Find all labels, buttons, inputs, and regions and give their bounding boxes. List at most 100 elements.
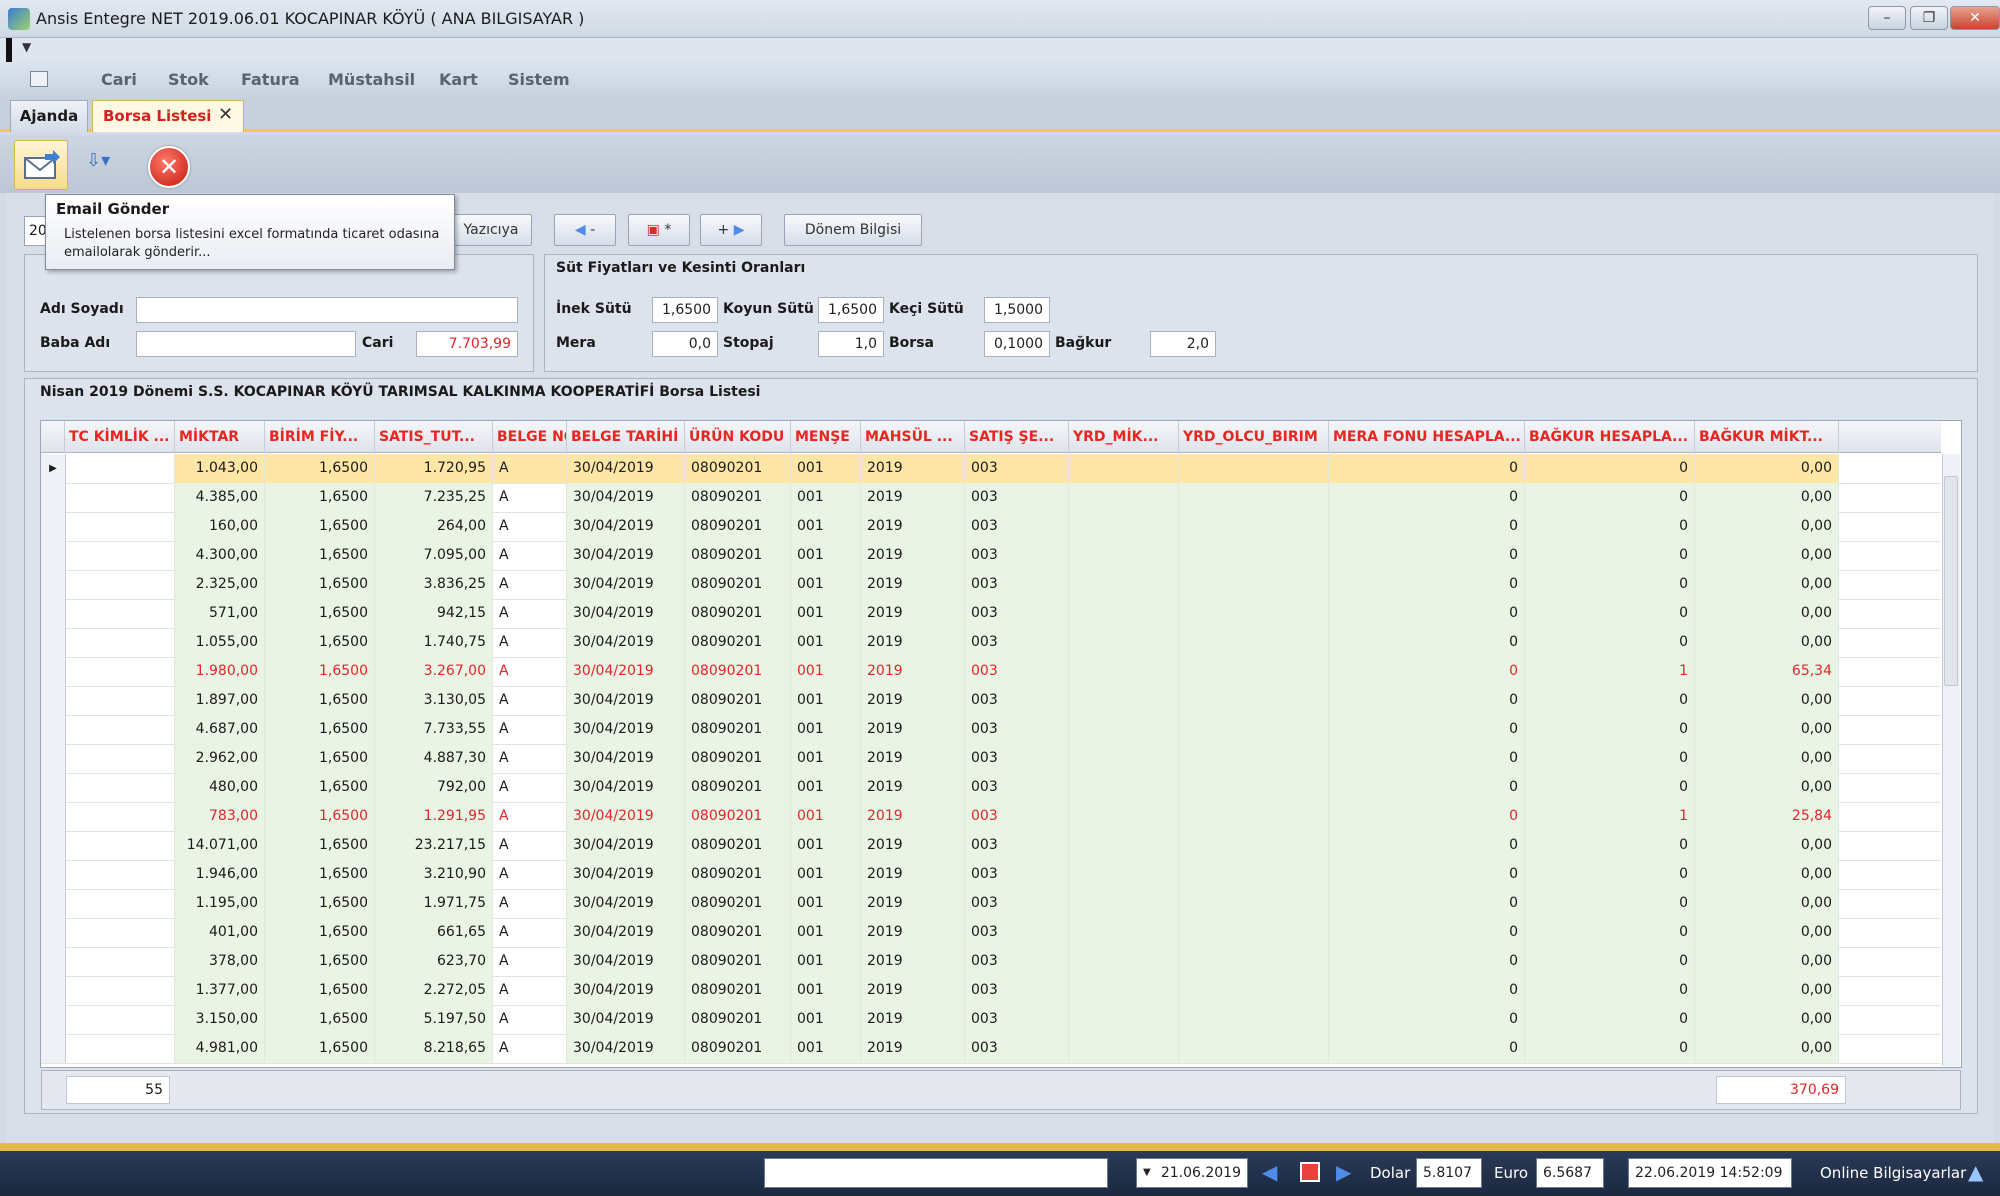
cell-satis-sekli[interactable]: 003: [965, 802, 1069, 831]
cell-satis-tutar[interactable]: 1.291,95: [375, 802, 493, 831]
cell-satis-tutar[interactable]: 7.235,25: [375, 483, 493, 512]
cell-mahsul[interactable]: 2019: [861, 686, 965, 715]
cell-mera-fonu[interactable]: 0: [1329, 628, 1525, 657]
cell-mahsul[interactable]: 2019: [861, 860, 965, 889]
cell-satis-tutar[interactable]: 1.971,75: [375, 889, 493, 918]
cell-mahsul[interactable]: 2019: [861, 570, 965, 599]
cell-tc-kimlik[interactable]: [65, 802, 175, 831]
maximize-button[interactable]: ❐: [1910, 6, 1948, 30]
cell-mahsul[interactable]: 2019: [861, 1005, 965, 1034]
cell-miktar[interactable]: 378,00: [175, 947, 265, 976]
cell-bagkur-miktar[interactable]: 65,34: [1695, 657, 1839, 686]
cell-satis-tutar[interactable]: 1.720,95: [375, 454, 493, 483]
cell-mense[interactable]: 001: [791, 541, 861, 570]
cell-yrd-olcu-birim[interactable]: [1179, 773, 1329, 802]
cell-bagkur-miktar[interactable]: 0,00: [1695, 889, 1839, 918]
minimize-button[interactable]: –: [1868, 6, 1906, 30]
cell-yrd-olcu-birim[interactable]: [1179, 802, 1329, 831]
cell-belge-tarihi[interactable]: 30/04/2019: [567, 1034, 685, 1063]
cell-birim-fiyat[interactable]: 1,6500: [265, 1005, 375, 1034]
table-row[interactable]: 480,00 1,6500 792,00 A 30/04/2019 08090201 001…: [41, 773, 1941, 803]
cell-belge-tarihi[interactable]: 30/04/2019: [567, 483, 685, 512]
cell-yrd-olcu-birim[interactable]: [1179, 889, 1329, 918]
cell-mense[interactable]: 001: [791, 570, 861, 599]
cell-urun-kodu[interactable]: 08090201: [685, 889, 791, 918]
column-header-satis-sekli[interactable]: SATIŞ ŞE...: [965, 421, 1069, 453]
cell-bagkur-hesap[interactable]: 0: [1525, 454, 1695, 483]
cell-satis-tutar[interactable]: 7.095,00: [375, 541, 493, 570]
cell-satis-sekli[interactable]: 003: [965, 686, 1069, 715]
cell-birim-fiyat[interactable]: 1,6500: [265, 628, 375, 657]
cell-satis-tutar[interactable]: 3.210,90: [375, 860, 493, 889]
cell-miktar[interactable]: 2.962,00: [175, 744, 265, 773]
table-row[interactable]: 4.300,00 1,6500 7.095,00 A 30/04/2019 0809020…: [41, 541, 1941, 571]
cell-yrd-miktar[interactable]: [1069, 715, 1179, 744]
cell-birim-fiyat[interactable]: 1,6500: [265, 802, 375, 831]
scrollbar-thumb[interactable]: [1944, 476, 1958, 686]
cell-yrd-olcu-birim[interactable]: [1179, 1005, 1329, 1034]
close-tab-icon[interactable]: ✕: [218, 104, 233, 125]
menu-fatura[interactable]: Fatura: [241, 70, 300, 89]
cell-yrd-miktar[interactable]: [1069, 1005, 1179, 1034]
cell-yrd-olcu-birim[interactable]: [1179, 657, 1329, 686]
cell-belge-no[interactable]: A: [493, 802, 567, 831]
column-header-bagkur-miktar[interactable]: BAĞKUR MİKT...: [1695, 421, 1839, 453]
cell-miktar[interactable]: 1.043,00: [175, 454, 265, 483]
cell-miktar[interactable]: 480,00: [175, 773, 265, 802]
cell-bagkur-miktar[interactable]: 0,00: [1695, 831, 1839, 860]
cell-mense[interactable]: 001: [791, 947, 861, 976]
cell-tc-kimlik[interactable]: [65, 570, 175, 599]
row-indicator[interactable]: [41, 657, 66, 686]
cell-bagkur-miktar[interactable]: 0,00: [1695, 947, 1839, 976]
cell-satis-sekli[interactable]: 003: [965, 715, 1069, 744]
cell-miktar[interactable]: 4.687,00: [175, 715, 265, 744]
cell-urun-kodu[interactable]: 08090201: [685, 802, 791, 831]
cell-yrd-olcu-birim[interactable]: [1179, 483, 1329, 512]
cell-belge-tarihi[interactable]: 30/04/2019: [567, 889, 685, 918]
cell-bagkur-hesap[interactable]: 0: [1525, 686, 1695, 715]
cell-mahsul[interactable]: 2019: [861, 541, 965, 570]
table-row[interactable]: 1.897,00 1,6500 3.130,05 A 30/04/2019 0809020…: [41, 686, 1941, 716]
cell-urun-kodu[interactable]: 08090201: [685, 831, 791, 860]
cell-tc-kimlik[interactable]: [65, 599, 175, 628]
cell-mera-fonu[interactable]: 0: [1329, 831, 1525, 860]
cell-satis-tutar[interactable]: 1.740,75: [375, 628, 493, 657]
cell-bagkur-hesap[interactable]: 0: [1525, 715, 1695, 744]
cell-yrd-miktar[interactable]: [1069, 831, 1179, 860]
menu-stok[interactable]: Stok: [168, 70, 209, 89]
cell-belge-no[interactable]: A: [493, 657, 567, 686]
cell-birim-fiyat[interactable]: 1,6500: [265, 976, 375, 1005]
cell-belge-no[interactable]: A: [493, 454, 567, 483]
cell-mense[interactable]: 001: [791, 483, 861, 512]
cell-belge-tarihi[interactable]: 30/04/2019: [567, 1005, 685, 1034]
cell-birim-fiyat[interactable]: 1,6500: [265, 773, 375, 802]
cell-satis-tutar[interactable]: 792,00: [375, 773, 493, 802]
cell-tc-kimlik[interactable]: [65, 831, 175, 860]
prev-button[interactable]: ◀ -: [554, 214, 616, 246]
cell-belge-tarihi[interactable]: 30/04/2019: [567, 657, 685, 686]
cell-yrd-olcu-birim[interactable]: [1179, 860, 1329, 889]
cell-miktar[interactable]: 160,00: [175, 512, 265, 541]
cell-mera-fonu[interactable]: 0: [1329, 686, 1525, 715]
cell-miktar[interactable]: 783,00: [175, 802, 265, 831]
cell-mera-fonu[interactable]: 0: [1329, 918, 1525, 947]
row-indicator[interactable]: [41, 686, 66, 715]
cell-miktar[interactable]: 1.377,00: [175, 976, 265, 1005]
cell-birim-fiyat[interactable]: 1,6500: [265, 570, 375, 599]
cell-birim-fiyat[interactable]: 1,6500: [265, 889, 375, 918]
cell-birim-fiyat[interactable]: 1,6500: [265, 947, 375, 976]
cell-tc-kimlik[interactable]: [65, 1005, 175, 1034]
menu-sistem[interactable]: Sistem: [508, 70, 570, 89]
quick-access-dropdown-icon[interactable]: ▼: [22, 40, 31, 54]
koyun-field[interactable]: 1,6500: [818, 297, 884, 323]
cell-mera-fonu[interactable]: 0: [1329, 976, 1525, 1005]
cell-mahsul[interactable]: 2019: [861, 454, 965, 483]
cell-yrd-miktar[interactable]: [1069, 1034, 1179, 1063]
cell-urun-kodu[interactable]: 08090201: [685, 483, 791, 512]
cell-mense[interactable]: 001: [791, 1005, 861, 1034]
cell-mahsul[interactable]: 2019: [861, 483, 965, 512]
calendar-button[interactable]: ▣ *: [628, 214, 690, 246]
cell-mahsul[interactable]: 2019: [861, 715, 965, 744]
cell-birim-fiyat[interactable]: 1,6500: [265, 918, 375, 947]
cell-yrd-miktar[interactable]: [1069, 541, 1179, 570]
